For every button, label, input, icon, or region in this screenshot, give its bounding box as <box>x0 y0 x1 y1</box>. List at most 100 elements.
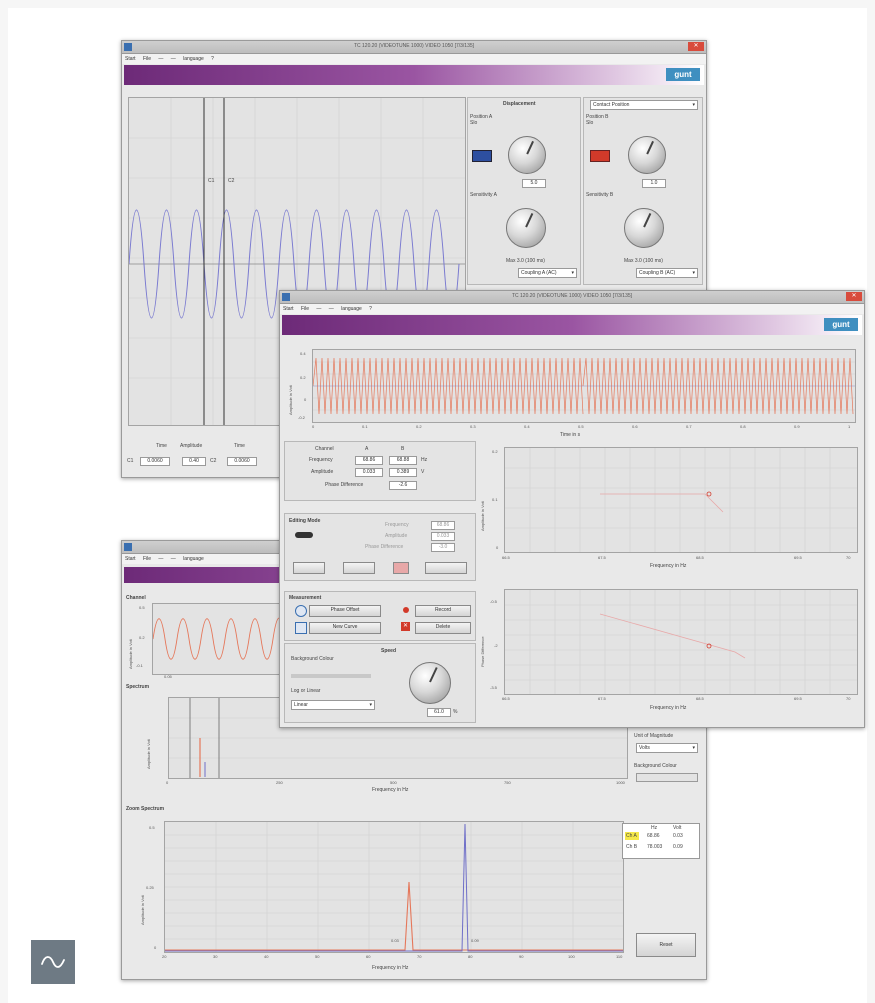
phase-xtick-14: 70 <box>846 696 851 701</box>
position-b-value[interactable]: 1.0 <box>642 179 666 188</box>
time-tick-8: 0.4 <box>524 424 530 429</box>
menu-language[interactable]: language <box>341 306 362 312</box>
amp-xtick-14: 70 <box>846 555 851 560</box>
zoom-tick-1: 30 <box>213 954 218 959</box>
new-curve-button[interactable]: New Curve <box>309 622 381 634</box>
fit-phase-value[interactable]: -3.0 <box>431 543 455 552</box>
position-b-knob[interactable] <box>628 136 666 174</box>
cursor-2-marker[interactable]: C2 <box>228 178 234 184</box>
position-a-value[interactable]: 5.0 <box>522 179 546 188</box>
reset-button[interactable]: Reset <box>636 933 696 957</box>
edit-button-1[interactable] <box>293 562 325 574</box>
time-ytick-6: -0.2 <box>298 415 305 420</box>
time-tick-16: 0.8 <box>740 424 746 429</box>
menu-blank-2[interactable]: — <box>171 556 176 562</box>
menu-help[interactable]: ? <box>369 306 372 312</box>
sensitivity-a-knob[interactable] <box>506 208 546 248</box>
peak-legend-table: Hz Volt Ch A 68.86 0.03 Ch B 78.003 0.09 <box>622 823 700 859</box>
menu-file[interactable]: File <box>301 306 309 312</box>
phase-xtick-4: 67.5 <box>598 696 606 701</box>
time-ytick-2: 0.2 <box>300 375 306 380</box>
menu-blank-1[interactable]: — <box>316 306 321 312</box>
menu-blank-1[interactable]: — <box>158 56 163 62</box>
unit-magnitude-select[interactable]: Volts <box>636 743 698 753</box>
sensitivity-b-knob[interactable] <box>624 208 664 248</box>
background-colour-swatch[interactable] <box>291 674 371 678</box>
close-button[interactable]: ✕ <box>846 292 862 301</box>
sensitivity-b-label: Sensitivity B <box>586 192 614 198</box>
menu-start[interactable]: Start <box>125 556 136 562</box>
title-bar: TC 120.20 (VIDEOTUNE 1000) VIDEO 1050 [7… <box>280 291 864 304</box>
zoom-peak-b-label: 0.09 <box>471 938 479 943</box>
phase-response-plot[interactable] <box>504 589 858 695</box>
sensitivity-a-label: Sensitivity A <box>470 192 497 198</box>
menu-blank-2[interactable]: — <box>171 56 176 62</box>
channel-b-header: B <box>401 446 405 452</box>
edit-button-4[interactable] <box>425 562 467 574</box>
phase-offset-button[interactable]: Phase Offset <box>309 605 381 617</box>
zoom-tick-5: 70 <box>417 954 422 959</box>
position-a-knob[interactable] <box>508 136 546 174</box>
displacement-title: Displacement <box>503 101 536 107</box>
edit-button-2[interactable] <box>343 562 375 574</box>
menu-language[interactable]: language <box>183 556 204 562</box>
fit-amplitude-value[interactable]: 0.033 <box>431 532 455 541</box>
zoom-trace <box>165 822 623 952</box>
title-bar: TC 120.20 (VIDEOTUNE 1000) VIDEO 1050 [7… <box>122 41 706 54</box>
channel-plot[interactable] <box>152 603 284 675</box>
spectrum-background-colour-swatch[interactable] <box>636 773 698 782</box>
speed-knob[interactable] <box>409 662 451 704</box>
channel-section-title: Channel <box>126 595 146 601</box>
menu-blank-2[interactable]: — <box>329 306 334 312</box>
cursor-1-marker[interactable]: C1 <box>208 178 214 184</box>
time-signal-plot[interactable] <box>312 349 856 423</box>
amp-xtick-12: 69.5 <box>794 555 802 560</box>
record-button[interactable]: Record <box>415 605 471 617</box>
menu-file[interactable]: File <box>143 56 151 62</box>
speed-unit: % <box>453 709 458 715</box>
menu-file[interactable]: File <box>143 556 151 562</box>
channel-a-indicator[interactable] <box>472 150 492 162</box>
phase-response-xlabel: Frequency in Hz <box>650 705 687 711</box>
menu-start[interactable]: Start <box>283 306 294 312</box>
menu-help[interactable]: ? <box>211 56 214 62</box>
amplitude-response-plot[interactable] <box>504 447 858 553</box>
unit-magnitude-label: Unit of Magnitude <box>634 733 674 739</box>
amplitude-response-ylabel: Amplitude in Volt <box>480 501 485 531</box>
delete-button[interactable]: Delete <box>415 622 471 634</box>
menu-language[interactable]: language <box>183 56 204 62</box>
legend-row-b-channel: Ch B <box>626 844 638 850</box>
frequency-b-value: 68.88 <box>389 456 417 465</box>
cursor-1-time[interactable]: 0.0060 <box>140 457 170 466</box>
time-tick-12: 0.6 <box>632 424 638 429</box>
time-tick-18: 0.9 <box>794 424 800 429</box>
menu-bar: Start File — — language ? <box>280 304 864 314</box>
coupling-a-select[interactable]: Coupling A (AC) <box>518 268 577 278</box>
log-linear-select[interactable]: Linear <box>291 700 375 710</box>
cursor-1-amplitude[interactable]: 0.40 <box>182 457 206 466</box>
fit-frequency-value[interactable]: 68.86 <box>431 521 455 530</box>
coupling-b-select[interactable]: Coupling B (AC) <box>636 268 698 278</box>
phase-xtick-12: 69.5 <box>794 696 802 701</box>
zoom-tick-0: 20 <box>162 954 167 959</box>
legend-row-a-volt: 0.03 <box>673 833 683 839</box>
position-b-label: Position B Slo <box>586 114 609 126</box>
zoom-tick-7: 90 <box>519 954 524 959</box>
contact-position-select[interactable]: Contact Position <box>590 100 698 110</box>
spectrum-ylabel: Amplitude in Volt <box>146 739 151 769</box>
amplitude-a-value: 0.033 <box>355 468 383 477</box>
cursor-2-time[interactable]: 0.0060 <box>227 457 257 466</box>
zoom-plot[interactable]: 0.03 0.09 <box>164 821 624 953</box>
menu-start[interactable]: Start <box>125 56 136 62</box>
log-linear-label: Log or Linear <box>291 688 321 694</box>
zoom-section-title: Zoom Spectrum <box>126 806 165 812</box>
amplitude-label: Amplitude <box>311 469 334 475</box>
speed-value[interactable]: 61.0 <box>427 708 451 717</box>
channel-b-indicator[interactable] <box>590 150 610 162</box>
measurement-title: Measurement <box>289 595 322 601</box>
toggle-switch-icon[interactable] <box>295 532 313 538</box>
close-button[interactable]: ✕ <box>688 42 704 51</box>
edit-button-3[interactable] <box>393 562 409 574</box>
time-label-1: Time <box>156 443 167 449</box>
menu-blank-1[interactable]: — <box>158 556 163 562</box>
